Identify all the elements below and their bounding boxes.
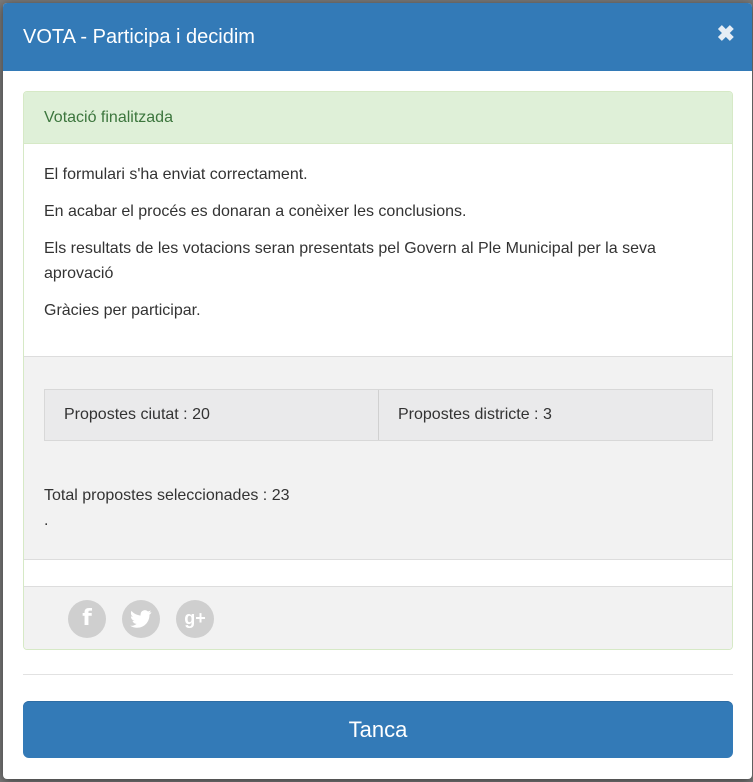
vote-summary: Propostes ciutat : 20 Propostes district… <box>24 356 732 560</box>
message-thanks: Gràcies per participar. <box>44 302 201 319</box>
facebook-icon[interactable]: f <box>68 599 106 638</box>
proposal-counts: Propostes ciutat : 20 Propostes district… <box>44 389 713 441</box>
message-results: Els resultats de les votacions seran pre… <box>44 240 656 282</box>
panel-body: El formulari s'ha enviat correctament. E… <box>24 144 732 345</box>
modal-title: VOTA - Participa i decidim <box>23 25 255 48</box>
vote-modal: VOTA - Participa i decidim ✖ Votació fin… <box>3 3 752 779</box>
result-panel: Votació finalitzada El formulari s'ha en… <box>23 91 733 650</box>
modal-header: VOTA - Participa i decidim ✖ <box>3 3 752 71</box>
twitter-icon[interactable] <box>122 599 160 638</box>
message-sent: El formulari s'ha enviat correctament. <box>44 166 308 183</box>
close-icon[interactable]: ✖ <box>717 23 735 45</box>
footer-divider <box>23 674 733 675</box>
panel-heading: Votació finalitzada <box>24 92 732 144</box>
district-proposals-count: Propostes districte : 3 <box>378 390 712 440</box>
total-proposals: Total propostes seleccionades : 23 . <box>44 483 289 533</box>
twitter-bird-icon <box>130 609 152 628</box>
trailing-dot: . <box>44 512 49 529</box>
total-proposals-text: Total propostes seleccionades : 23 <box>44 487 290 504</box>
message-conclusions: En acabar el procés es donaran a conèixe… <box>44 203 467 220</box>
google-plus-icon[interactable]: g+ <box>176 599 214 638</box>
facebook-glyph: f <box>82 606 92 631</box>
google-plus-glyph: g+ <box>184 608 206 628</box>
close-button[interactable]: Tanca <box>23 701 733 758</box>
share-bar: f g+ <box>24 586 732 649</box>
city-proposals-count: Propostes ciutat : 20 <box>45 390 378 440</box>
